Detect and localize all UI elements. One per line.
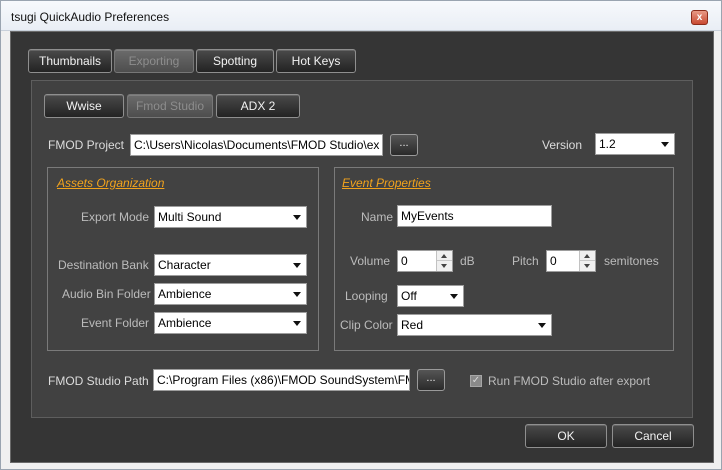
fmod-project-label: FMOD Project — [48, 138, 125, 152]
fmod-project-field[interactable]: C:\Users\Nicolas\Documents\FMOD Studio\e… — [130, 134, 383, 156]
pitch-unit: semitones — [604, 254, 659, 268]
version-value: 1.2 — [599, 137, 616, 151]
spin-down-icon[interactable] — [437, 261, 452, 271]
fmod-studio-path-browse-button[interactable]: ... — [417, 369, 445, 391]
looping-select[interactable]: Off — [397, 285, 464, 307]
export-mode-label: Export Mode — [81, 210, 150, 224]
event-properties-group: Event Properties Name MyEvents Volume 0 … — [334, 167, 674, 351]
volume-unit: dB — [460, 254, 475, 268]
pitch-stepper[interactable]: 0 — [546, 250, 596, 272]
looping-label: Looping — [345, 289, 388, 303]
clip-color-label: Clip Color — [340, 318, 393, 332]
preferences-window: tsugi QuickAudio Preferences x Thumbnail… — [0, 0, 722, 470]
audio-bin-folder-label: Audio Bin Folder — [62, 287, 151, 301]
chevron-down-icon — [293, 215, 301, 220]
tab-spotting[interactable]: Spotting — [196, 49, 274, 73]
run-after-export-checkbox[interactable]: ✓ — [470, 375, 482, 387]
event-folder-label: Event Folder — [81, 316, 150, 330]
audio-bin-folder-select[interactable]: Ambience — [154, 283, 307, 305]
export-mode-select[interactable]: Multi Sound — [154, 206, 307, 228]
chevron-down-icon — [538, 323, 546, 328]
fmod-project-browse-button[interactable]: ... — [390, 134, 418, 156]
clip-color-select[interactable]: Red — [397, 314, 552, 336]
tab-adx2[interactable]: ADX 2 — [216, 94, 300, 118]
destination-bank-label: Destination Bank — [58, 258, 149, 272]
tab-exporting[interactable]: Exporting — [114, 49, 194, 73]
tab-hot-keys[interactable]: Hot Keys — [276, 49, 356, 73]
event-folder-value: Ambience — [158, 316, 212, 330]
spin-up-icon[interactable] — [580, 251, 595, 261]
volume-value: 0 — [401, 254, 408, 268]
window-title: tsugi QuickAudio Preferences — [11, 10, 170, 24]
title-bar[interactable]: tsugi QuickAudio Preferences x — [1, 1, 721, 31]
volume-label: Volume — [350, 254, 391, 268]
run-after-export-label: Run FMOD Studio after export — [488, 374, 651, 388]
fmod-studio-path-field[interactable]: C:\Program Files (x86)\FMOD SoundSystem\… — [153, 369, 410, 391]
dialog-body: Thumbnails Exporting Spotting Hot Keys W… — [10, 31, 714, 463]
chevron-down-icon — [661, 142, 669, 147]
looping-value: Off — [401, 289, 417, 303]
exporting-panel: Wwise Fmod Studio ADX 2 FMOD Project C:\… — [31, 80, 693, 418]
fmod-studio-path-label: FMOD Studio Path — [48, 374, 149, 388]
pitch-value: 0 — [550, 254, 557, 268]
clip-color-value: Red — [401, 318, 424, 332]
spin-down-icon[interactable] — [580, 261, 595, 271]
chevron-down-icon — [293, 321, 301, 326]
destination-bank-value: Character — [158, 258, 211, 272]
chevron-down-icon — [293, 292, 301, 297]
event-name-label: Name — [361, 210, 394, 224]
volume-spin-buttons — [436, 251, 452, 271]
audio-bin-folder-value: Ambience — [158, 287, 212, 301]
spin-up-icon[interactable] — [437, 251, 452, 261]
pitch-spin-buttons — [579, 251, 595, 271]
chevron-down-icon — [450, 294, 458, 299]
export-mode-value: Multi Sound — [158, 210, 222, 224]
tab-fmod-studio[interactable]: Fmod Studio — [127, 94, 213, 118]
destination-bank-select[interactable]: Character — [154, 254, 307, 276]
tab-wwise[interactable]: Wwise — [44, 94, 124, 118]
assets-organization-title: Assets Organization — [57, 176, 165, 190]
event-name-field[interactable]: MyEvents — [397, 205, 552, 227]
tab-thumbnails[interactable]: Thumbnails — [28, 49, 112, 73]
volume-stepper[interactable]: 0 — [397, 250, 453, 272]
ok-button[interactable]: OK — [525, 424, 607, 448]
close-icon[interactable]: x — [691, 10, 708, 25]
event-folder-select[interactable]: Ambience — [154, 312, 307, 334]
chevron-down-icon — [293, 263, 301, 268]
version-label: Version — [542, 138, 583, 152]
assets-organization-group: Assets Organization Export Mode Multi So… — [47, 167, 319, 351]
version-select[interactable]: 1.2 — [595, 133, 675, 155]
cancel-button[interactable]: Cancel — [612, 424, 694, 448]
pitch-label: Pitch — [512, 254, 539, 268]
event-properties-title: Event Properties — [342, 176, 431, 190]
